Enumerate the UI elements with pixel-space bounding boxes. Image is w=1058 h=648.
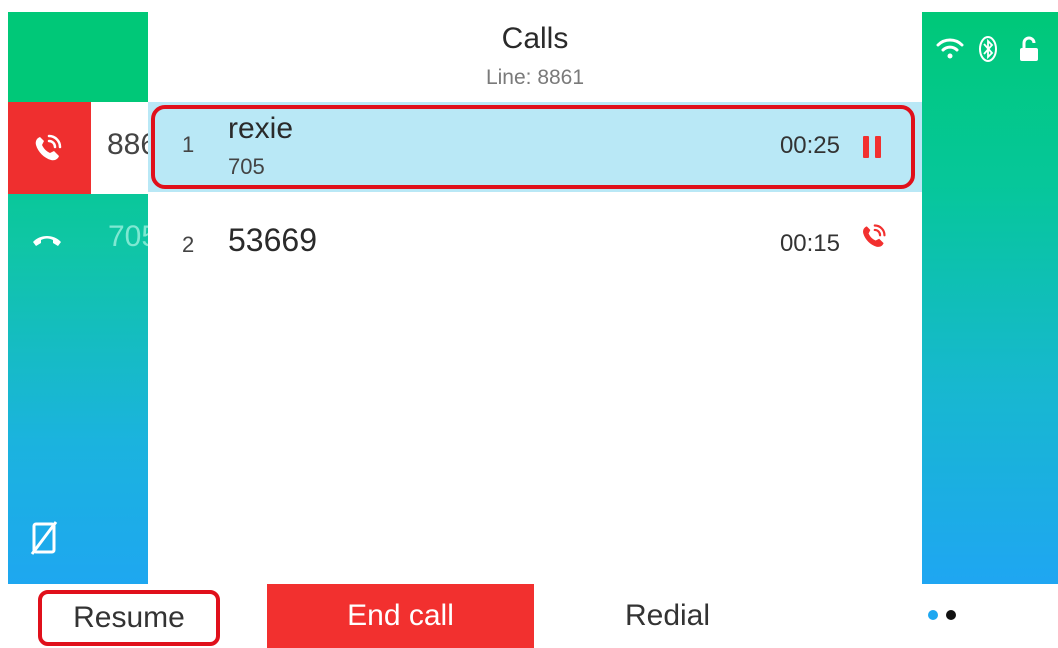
resume-button[interactable]: Resume bbox=[38, 590, 220, 646]
call-list: 1 rexie 705 00:25 2 53669 00:15 bbox=[148, 102, 922, 584]
call-duration: 00:25 bbox=[779, 132, 840, 159]
page-dot-active bbox=[928, 610, 938, 620]
ringing-handset-icon bbox=[863, 224, 886, 247]
line-keys-header bbox=[8, 12, 148, 102]
line-keys-panel: 8861 705 bbox=[8, 12, 148, 584]
line-key-1-number: 8861 bbox=[107, 128, 148, 161]
call-index: 1 bbox=[182, 132, 195, 157]
phone-screen: 8861 705 Calls Line: 8861 1 rexie 705 00… bbox=[8, 12, 1058, 648]
redial-button[interactable]: Redial bbox=[534, 584, 801, 648]
mobile-disconnected-icon[interactable] bbox=[28, 520, 62, 556]
wifi-icon bbox=[936, 38, 964, 59]
page-dot bbox=[946, 610, 956, 620]
handset-icon bbox=[33, 236, 61, 246]
line-key-1[interactable]: 8861 bbox=[8, 102, 148, 194]
call-number: 705 bbox=[228, 154, 265, 179]
line-key-1-number-box: 8861 bbox=[91, 102, 148, 194]
call-duration: 00:15 bbox=[779, 230, 840, 257]
call-name: 53669 bbox=[228, 222, 317, 258]
line-label: Line: 8861 bbox=[485, 66, 585, 89]
call-index: 2 bbox=[182, 232, 195, 257]
page-title: Calls bbox=[501, 22, 569, 55]
call-name: rexie bbox=[228, 112, 294, 145]
lock-icon bbox=[1020, 36, 1038, 61]
status-panel bbox=[922, 12, 1058, 584]
line-key-1-status bbox=[8, 102, 91, 194]
pause-icon bbox=[863, 136, 881, 158]
call-row-1[interactable]: 1 rexie 705 00:25 bbox=[148, 102, 922, 192]
line-key-2[interactable]: 705 bbox=[8, 194, 148, 286]
bluetooth-icon bbox=[979, 36, 997, 62]
page-indicator[interactable] bbox=[928, 610, 968, 622]
calls-header: Calls Line: 8861 bbox=[148, 12, 922, 102]
line-key-2-number: 705 bbox=[108, 220, 148, 253]
handset-ringing-icon bbox=[35, 134, 62, 161]
softkey-bar: Resume End call Redial bbox=[8, 584, 1058, 648]
call-row-2[interactable]: 2 53669 00:15 bbox=[148, 192, 922, 282]
end-call-button[interactable]: End call bbox=[267, 584, 534, 648]
